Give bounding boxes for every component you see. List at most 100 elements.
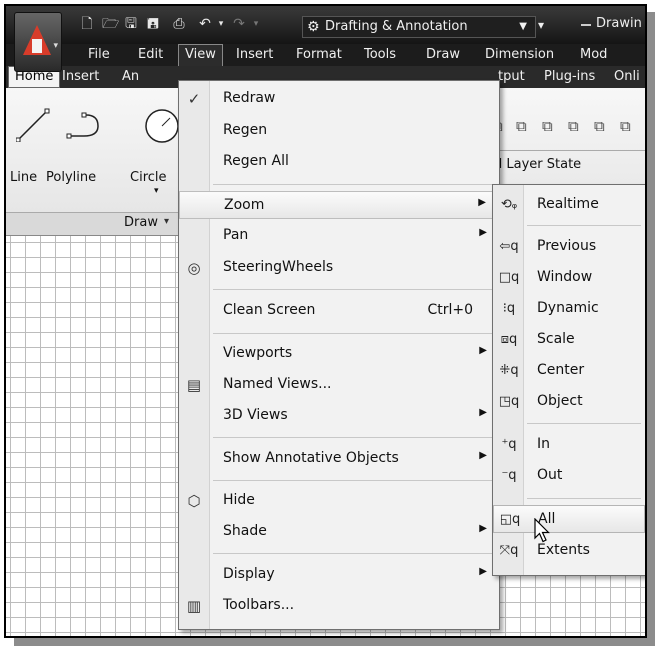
polyline-icon[interactable] — [66, 110, 106, 142]
menu-item-label: Zoom — [224, 197, 265, 213]
menu-item-named-views[interactable]: ▤ Named Views... — [179, 371, 499, 399]
redo-icon[interactable]: ↷ — [232, 17, 246, 31]
menu-item-redraw[interactable]: ✓ Redraw — [179, 85, 499, 113]
menu-edit[interactable]: Edit — [138, 44, 163, 66]
zoom-object-icon: ◳q — [498, 394, 520, 409]
zoom-item-in[interactable]: ⁺q In — [493, 431, 645, 459]
zoom-item-realtime[interactable]: ⟲ᵩ Realtime — [493, 191, 645, 219]
menu-item-label: Clean Screen — [223, 302, 316, 318]
view-menu: ✓ Redraw Regen Regen All Zoom ▶ Pan ▶ ◎ … — [178, 80, 500, 630]
undo-dropdown-icon[interactable]: ▾ — [214, 17, 228, 31]
autocad-window: 🗋 🗁 🖫 🖪 ⎙ ↶ ▾ ↷ ▾ ⚙ Drafting & Annotatio… — [4, 4, 647, 638]
menu-item-label: SteeringWheels — [223, 259, 334, 275]
menu-item-label: Object — [537, 393, 583, 409]
circle-icon[interactable] — [142, 106, 178, 144]
layer-tool-icon[interactable]: ⧉ — [542, 117, 553, 135]
menu-item-label: Out — [537, 467, 563, 483]
application-menu-button[interactable]: ▾ — [14, 12, 62, 72]
menu-format[interactable]: Format — [296, 44, 342, 66]
menu-item-shade[interactable]: Shade ▶ — [179, 518, 499, 546]
undo-icon[interactable]: ↶ — [198, 17, 212, 31]
menu-item-label: Toolbars... — [223, 597, 295, 613]
zoom-item-scale[interactable]: ⧈q Scale — [493, 326, 645, 354]
tool-circle-label[interactable]: Circle — [130, 170, 167, 185]
menu-tools[interactable]: Tools — [364, 44, 396, 66]
redo-dropdown-icon[interactable]: ▾ — [249, 17, 263, 31]
menu-item-3d-views[interactable]: 3D Views ▶ — [179, 402, 499, 430]
chevron-down-icon[interactable]: ▾ — [154, 186, 159, 196]
zoom-item-out[interactable]: ⁻q Out — [493, 462, 645, 490]
submenu-arrow-icon: ▶ — [479, 345, 487, 356]
layer-tool-icon[interactable]: ⧉ — [594, 117, 605, 135]
plot-icon[interactable]: ⎙ — [172, 17, 186, 31]
menu-item-hide[interactable]: ⬡ Hide — [179, 487, 499, 515]
layer-state-dropdown[interactable]: d Layer State — [494, 157, 581, 172]
divider — [213, 333, 495, 334]
menu-item-label: Extents — [537, 542, 590, 558]
workspace-dropdown[interactable]: ⚙ Drafting & Annotation ▼ — [302, 16, 536, 38]
menu-item-show-annotative-objects[interactable]: Show Annotative Objects ▶ — [179, 445, 499, 473]
menu-item-zoom[interactable]: Zoom ▶ — [179, 191, 499, 219]
zoom-item-previous[interactable]: ⇦q Previous — [493, 233, 645, 261]
redraw-icon: ✓ — [187, 90, 201, 108]
zoom-item-window[interactable]: □q Window — [493, 264, 645, 292]
menu-item-label: Display — [223, 566, 275, 582]
menu-item-label: Show Annotative Objects — [223, 450, 399, 466]
line-icon[interactable] — [16, 108, 50, 142]
menu-item-pan[interactable]: Pan ▶ — [179, 222, 499, 250]
tab-annotate[interactable]: An — [122, 66, 139, 88]
menu-item-label: Redraw — [223, 90, 276, 106]
menu-modify[interactable]: Mod — [580, 44, 607, 66]
layer-tool-icon[interactable]: ⧉ — [516, 117, 527, 135]
menu-item-regen-all[interactable]: Regen All — [179, 148, 499, 176]
tab-plug-ins[interactable]: Plug-ins — [544, 66, 595, 88]
customize-quick-access-icon[interactable]: ▾ — [538, 18, 544, 32]
zoom-item-extents[interactable]: ⤧q Extents — [493, 537, 645, 565]
tool-polyline-label[interactable]: Polyline — [46, 170, 96, 185]
save-as-icon[interactable]: 🖪 — [146, 17, 160, 31]
menu-item-regen[interactable]: Regen — [179, 117, 499, 145]
tool-line-label[interactable]: Line — [10, 170, 37, 185]
tab-insert[interactable]: Insert — [62, 66, 99, 88]
layer-tool-icon[interactable]: ⧉ — [568, 117, 579, 135]
menu-item-label: Realtime — [537, 196, 599, 212]
menu-item-label: Hide — [223, 492, 255, 508]
menu-item-clean-screen[interactable]: Clean Screen Ctrl+0 — [179, 297, 499, 325]
zoom-item-all[interactable]: ◱q All — [493, 505, 645, 533]
tab-online[interactable]: Onli — [614, 66, 640, 88]
logo-inner — [32, 39, 42, 53]
layer-tool-icon[interactable]: ⧉ — [620, 117, 631, 135]
new-icon[interactable]: 🗋 — [80, 17, 94, 31]
document-title: Drawin — [596, 16, 642, 31]
menu-draw[interactable]: Draw — [426, 44, 460, 66]
zoom-item-object[interactable]: ◳q Object — [493, 388, 645, 416]
zoom-item-center[interactable]: ⁜q Center — [493, 357, 645, 385]
open-icon[interactable]: 🗁 — [102, 17, 119, 31]
zoom-extents-icon: ⤧q — [499, 543, 519, 558]
submenu-arrow-icon: ▶ — [479, 450, 487, 461]
menu-file[interactable]: File — [88, 44, 110, 66]
save-icon[interactable]: 🖫 — [124, 17, 138, 31]
divider — [527, 423, 641, 424]
zoom-scale-icon: ⧈q — [500, 332, 518, 347]
zoom-item-dynamic[interactable]: ⁝q Dynamic — [493, 295, 645, 323]
chevron-down-icon: ▾ — [164, 216, 170, 227]
tab-output[interactable]: tput — [498, 66, 525, 88]
submenu-arrow-icon: ▶ — [479, 566, 487, 577]
zoom-previous-icon: ⇦q — [499, 239, 519, 254]
menu-dimension[interactable]: Dimension — [485, 44, 554, 66]
menu-item-viewports[interactable]: Viewports ▶ — [179, 340, 499, 368]
menu-item-label: Regen All — [223, 153, 289, 169]
menu-item-steeringwheels[interactable]: ◎ SteeringWheels — [179, 254, 499, 282]
menu-item-label: Named Views... — [223, 376, 332, 392]
menu-view[interactable]: View — [178, 44, 223, 66]
mouse-pointer-icon — [534, 518, 550, 543]
zoom-window-icon: □q — [498, 270, 520, 285]
draw-panel-label: Draw — [124, 215, 158, 230]
divider — [213, 289, 495, 290]
submenu-arrow-icon: ▶ — [478, 197, 486, 208]
minimize-icon[interactable] — [581, 24, 591, 26]
menu-item-display[interactable]: Display ▶ — [179, 561, 499, 589]
menu-insert[interactable]: Insert — [236, 44, 273, 66]
menu-item-toolbars[interactable]: ▥ Toolbars... — [179, 592, 499, 620]
